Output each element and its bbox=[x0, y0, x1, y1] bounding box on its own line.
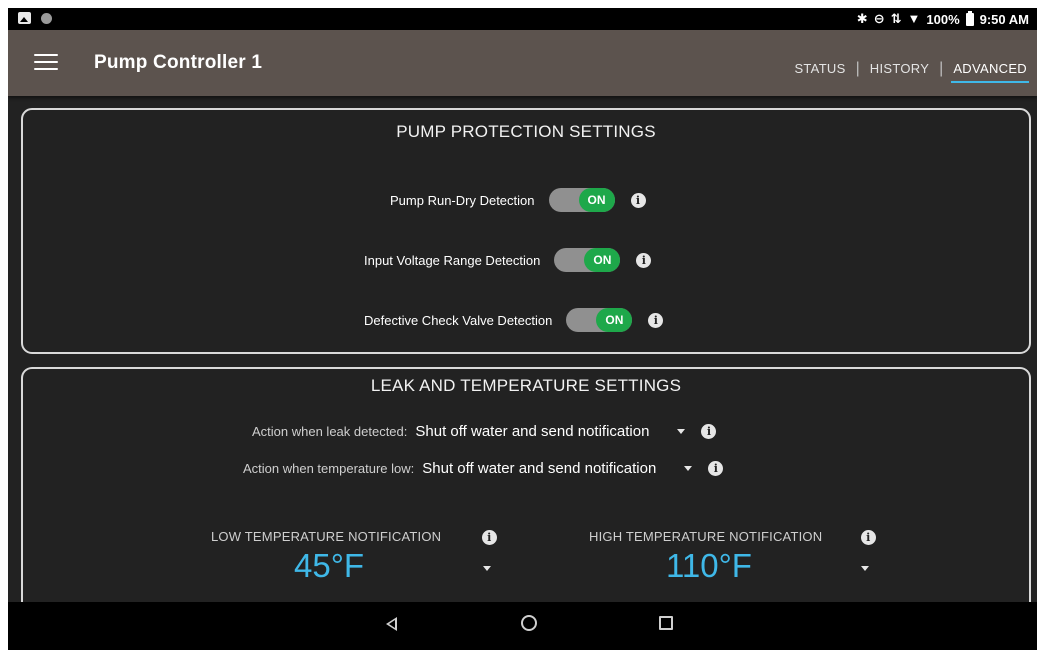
low-temp-block: LOW TEMPERATURE NOTIFICATION i bbox=[211, 528, 497, 546]
recents-icon[interactable] bbox=[659, 616, 673, 630]
info-icon[interactable]: i bbox=[636, 252, 652, 268]
main-content[interactable]: PUMP PROTECTION SETTINGS Pump Run-Dry De… bbox=[8, 96, 1037, 627]
run-dry-toggle[interactable]: ON bbox=[548, 188, 615, 212]
info-icon[interactable]: i bbox=[648, 312, 664, 328]
temp-low-action-select[interactable]: Shut off water and send notification bbox=[422, 460, 656, 477]
low-temp-label: LOW TEMPERATURE NOTIFICATION bbox=[211, 529, 442, 544]
info-icon[interactable]: i bbox=[860, 530, 876, 545]
low-temp-value[interactable]: 45°F bbox=[294, 547, 364, 585]
toggle-knob: ON bbox=[596, 308, 633, 332]
check-valve-toggle[interactable]: ON bbox=[566, 308, 633, 332]
tab-divider: | bbox=[855, 59, 860, 77]
chevron-down-icon[interactable] bbox=[861, 566, 869, 571]
device-screen: ✱ ⊖ ⇅ ▼ 100% 9:50 AM Pump Controller 1 S… bbox=[8, 8, 1037, 650]
gallery-icon bbox=[18, 12, 31, 24]
check-valve-label: Defective Check Valve Detection bbox=[364, 312, 553, 328]
leak-action-select[interactable]: Shut off water and send notification bbox=[415, 423, 649, 440]
wifi-icon: ▼ bbox=[907, 11, 921, 26]
run-dry-row: Pump Run-Dry Detection ON i bbox=[390, 188, 646, 212]
tab-history[interactable]: HISTORY bbox=[868, 61, 931, 76]
toggle-knob: ON bbox=[578, 188, 615, 212]
status-bar-left bbox=[18, 12, 52, 24]
page-title: Pump Controller 1 bbox=[94, 52, 263, 73]
info-icon[interactable]: i bbox=[701, 424, 717, 439]
info-icon[interactable]: i bbox=[708, 461, 724, 476]
hamburger-menu-icon[interactable] bbox=[34, 54, 58, 72]
voltage-range-toggle[interactable]: ON bbox=[554, 248, 621, 272]
chevron-down-icon[interactable] bbox=[483, 566, 491, 571]
battery-percent: 100% bbox=[926, 11, 960, 27]
clock: 9:50 AM bbox=[979, 11, 1029, 27]
leak-temperature-panel: LEAK AND TEMPERATURE SETTINGS Action whe… bbox=[21, 367, 1031, 627]
info-icon[interactable]: i bbox=[481, 530, 497, 545]
tab-status[interactable]: STATUS bbox=[792, 61, 847, 76]
temp-low-action-row: Action when temperature low: Shut off wa… bbox=[243, 460, 724, 477]
battery-icon bbox=[965, 10, 974, 26]
high-temp-block: HIGH TEMPERATURE NOTIFICATION i bbox=[589, 528, 876, 546]
run-dry-label: Pump Run-Dry Detection bbox=[390, 192, 535, 208]
tab-bar: STATUS | HISTORY | ADVANCED bbox=[792, 54, 1029, 83]
leak-action-label: Action when leak detected: bbox=[252, 424, 408, 439]
info-icon[interactable]: i bbox=[630, 192, 646, 208]
app-bar: Pump Controller 1 STATUS | HISTORY | ADV… bbox=[8, 30, 1037, 96]
chevron-down-icon[interactable] bbox=[677, 429, 686, 434]
high-temp-label: HIGH TEMPERATURE NOTIFICATION bbox=[589, 529, 823, 544]
toggle-knob: ON bbox=[584, 248, 621, 272]
high-temp-value[interactable]: 110°F bbox=[666, 547, 752, 585]
pump-protection-panel: PUMP PROTECTION SETTINGS Pump Run-Dry De… bbox=[21, 108, 1031, 354]
voltage-range-label: Input Voltage Range Detection bbox=[364, 252, 541, 268]
bluetooth-icon: ✱ bbox=[856, 11, 868, 26]
leak-temperature-title: LEAK AND TEMPERATURE SETTINGS bbox=[370, 376, 682, 395]
check-valve-row: Defective Check Valve Detection ON i bbox=[364, 308, 664, 332]
voltage-range-row: Input Voltage Range Detection ON i bbox=[364, 248, 652, 272]
pump-protection-title: PUMP PROTECTION SETTINGS bbox=[396, 122, 656, 141]
leak-action-row: Action when leak detected: Shut off wate… bbox=[252, 423, 717, 440]
back-icon[interactable] bbox=[386, 617, 397, 631]
tab-divider: | bbox=[939, 59, 944, 77]
temp-low-action-label: Action when temperature low: bbox=[243, 461, 415, 476]
tab-advanced[interactable]: ADVANCED bbox=[951, 61, 1029, 83]
navigation-bar bbox=[8, 602, 1037, 650]
status-bar: ✱ ⊖ ⇅ ▼ 100% 9:50 AM bbox=[8, 8, 1037, 30]
notification-dot-icon bbox=[41, 12, 52, 24]
do-not-disturb-icon: ⊖ bbox=[873, 11, 885, 26]
chevron-down-icon[interactable] bbox=[684, 466, 693, 471]
home-icon[interactable] bbox=[521, 615, 537, 631]
data-arrows-icon: ⇅ bbox=[890, 11, 902, 26]
status-bar-right: ✱ ⊖ ⇅ ▼ 100% 9:50 AM bbox=[856, 10, 1029, 27]
